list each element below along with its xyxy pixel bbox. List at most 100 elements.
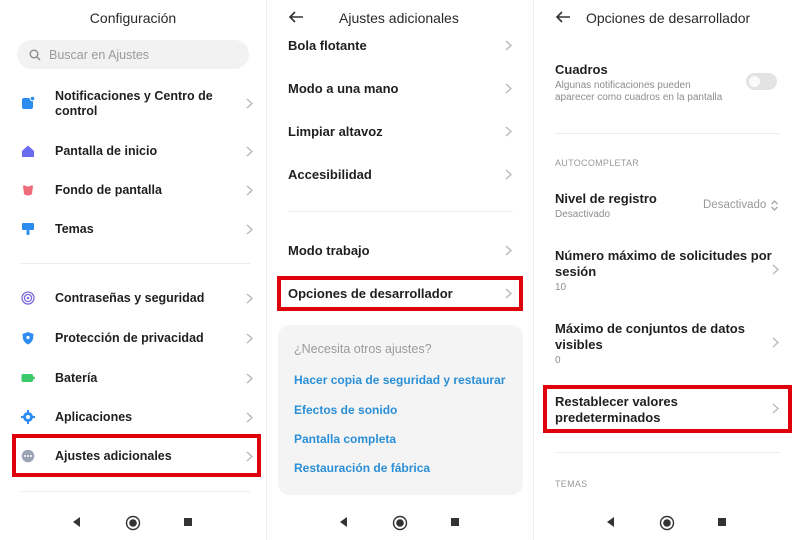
shield-icon [22, 332, 34, 345]
link-full-screen[interactable]: Pantalla completa [294, 432, 396, 446]
setting-label: visibles [555, 337, 603, 352]
search-input[interactable]: Buscar en Ajustes [17, 40, 249, 69]
setting-value: 0 [555, 355, 561, 366]
settings-item-label: Batería [55, 371, 98, 385]
gear-icon [21, 410, 35, 424]
setting-label: Cuadros [555, 62, 608, 77]
chevron-right-icon [772, 337, 779, 348]
section-header: AUTOCOMPLETAR [555, 158, 640, 168]
back-nav-icon[interactable] [71, 515, 81, 529]
chevron-right-icon [246, 224, 253, 235]
back-nav-icon[interactable] [338, 515, 348, 529]
chevron-right-icon [505, 83, 512, 94]
chevron-right-icon [505, 40, 512, 51]
toggle-knob [749, 76, 760, 87]
setting-label: Nivel de registro [555, 191, 657, 206]
back-nav-icon[interactable] [605, 515, 615, 529]
updown-chevron-icon [771, 200, 778, 211]
chevron-right-icon [246, 98, 253, 109]
notification-icon [22, 96, 35, 109]
link-backup-restore[interactable]: Hacer copia de seguridad y restaurar [294, 373, 505, 387]
back-arrow-icon[interactable] [554, 8, 572, 26]
setting-label: Máximo de conjuntos de datos [555, 321, 745, 336]
menu-item-label: Bola flotante [288, 38, 367, 53]
header: Ajustes adicionales [267, 0, 533, 36]
help-card: ¿Necesita otros ajustes? Hacer copia de … [278, 325, 523, 495]
recents-nav-icon[interactable] [717, 515, 727, 529]
link-factory-reset[interactable]: Restauración de fábrica [294, 461, 430, 475]
settings-item-privacy[interactable]: Protección de privacidad [0, 328, 266, 348]
home-nav-icon[interactable] [659, 515, 675, 531]
nav-bar [534, 508, 800, 540]
settings-item-notifications[interactable]: Notificaciones y Centro de control [0, 88, 266, 120]
wallpaper-icon [23, 185, 33, 196]
chevron-right-icon [505, 126, 512, 137]
link-sound-effects[interactable]: Efectos de sonido [294, 403, 397, 417]
divider [21, 491, 250, 492]
header: Opciones de desarrollador [534, 0, 800, 36]
highlight-box [543, 385, 792, 433]
settings-item-apps[interactable]: Aplicaciones [0, 407, 266, 427]
nav-bar [267, 508, 533, 540]
back-arrow-icon[interactable] [287, 8, 305, 26]
settings-item-label: Contraseñas y seguridad [55, 291, 205, 305]
settings-item-home-screen[interactable]: Pantalla de inicio [0, 141, 266, 161]
menu-item-label: Limpiar altavoz [288, 124, 383, 139]
search-icon [29, 49, 41, 60]
settings-item-passwords-security[interactable]: Contraseñas y seguridad [0, 288, 266, 308]
settings-item-label: Fondo de pantalla [55, 183, 162, 197]
additional-settings-panel: Ajustes adicionales Bola flotante Modo a… [267, 0, 533, 540]
setting-subtitle: Desactivado [555, 209, 611, 220]
settings-item-label: Aplicaciones [55, 410, 133, 424]
menu-item-accessibility[interactable]: Accesibilidad [267, 165, 533, 183]
setting-value: Desactivado [703, 199, 767, 211]
settings-item-wallpaper[interactable]: Fondo de pantalla [0, 180, 266, 200]
chevron-right-icon [246, 412, 253, 423]
menu-item-one-hand-mode[interactable]: Modo a una mano [267, 79, 533, 97]
setting-label: Número máximo de solicitudes por [555, 248, 772, 263]
page-title: Opciones de desarrollador [586, 10, 751, 26]
settings-item-battery[interactable]: Batería [0, 368, 266, 388]
home-nav-icon[interactable] [125, 515, 141, 531]
settings-item-label: Protección de privacidad [55, 331, 204, 345]
chevron-right-icon [505, 169, 512, 180]
nav-bar [0, 508, 266, 540]
settings-item-label: Temas [55, 222, 94, 236]
cuadros-toggle[interactable] [746, 73, 777, 90]
search-placeholder: Buscar en Ajustes [49, 47, 150, 62]
brush-icon [22, 223, 34, 235]
setting-label: sesión [555, 264, 597, 279]
section-header: TEMAS [555, 479, 588, 489]
chevron-right-icon [505, 245, 512, 256]
home-icon [22, 145, 34, 157]
menu-item-label: Modo trabajo [288, 243, 370, 258]
recents-nav-icon[interactable] [183, 515, 193, 529]
menu-item-work-mode[interactable]: Modo trabajo [267, 241, 533, 259]
menu-item-label: Modo a una mano [288, 81, 399, 96]
setting-description: Algunas notificaciones pueden [555, 80, 691, 91]
chevron-right-icon [246, 146, 253, 157]
settings-item-themes[interactable]: Temas [0, 219, 266, 239]
recents-nav-icon[interactable] [450, 515, 460, 529]
home-nav-icon[interactable] [392, 515, 408, 531]
help-question: ¿Necesita otros ajustes? [294, 342, 432, 356]
page-title: Configuración [89, 10, 177, 26]
setting-description: aparecer como cuadros en la pantalla [555, 92, 723, 103]
divider [555, 452, 780, 453]
menu-item-clean-speaker[interactable]: Limpiar altavoz [267, 122, 533, 140]
settings-item-label: control [55, 104, 98, 118]
page-title: Ajustes adicionales [339, 10, 459, 26]
divider [21, 263, 250, 264]
settings-item-label: Notificaciones y Centro de [55, 89, 213, 103]
menu-item-label: Accesibilidad [288, 167, 372, 182]
developer-options-panel: Opciones de desarrollador Cuadros Alguna… [534, 0, 800, 540]
chevron-right-icon [246, 185, 253, 196]
setting-value: 10 [555, 282, 567, 293]
settings-item-label: Pantalla de inicio [55, 144, 158, 158]
highlight-box [12, 434, 261, 477]
chevron-right-icon [246, 333, 253, 344]
header: Configuración [0, 0, 266, 36]
chevron-right-icon [246, 373, 253, 384]
menu-item-floating-ball[interactable]: Bola flotante [267, 36, 533, 54]
fingerprint-icon [21, 291, 35, 305]
